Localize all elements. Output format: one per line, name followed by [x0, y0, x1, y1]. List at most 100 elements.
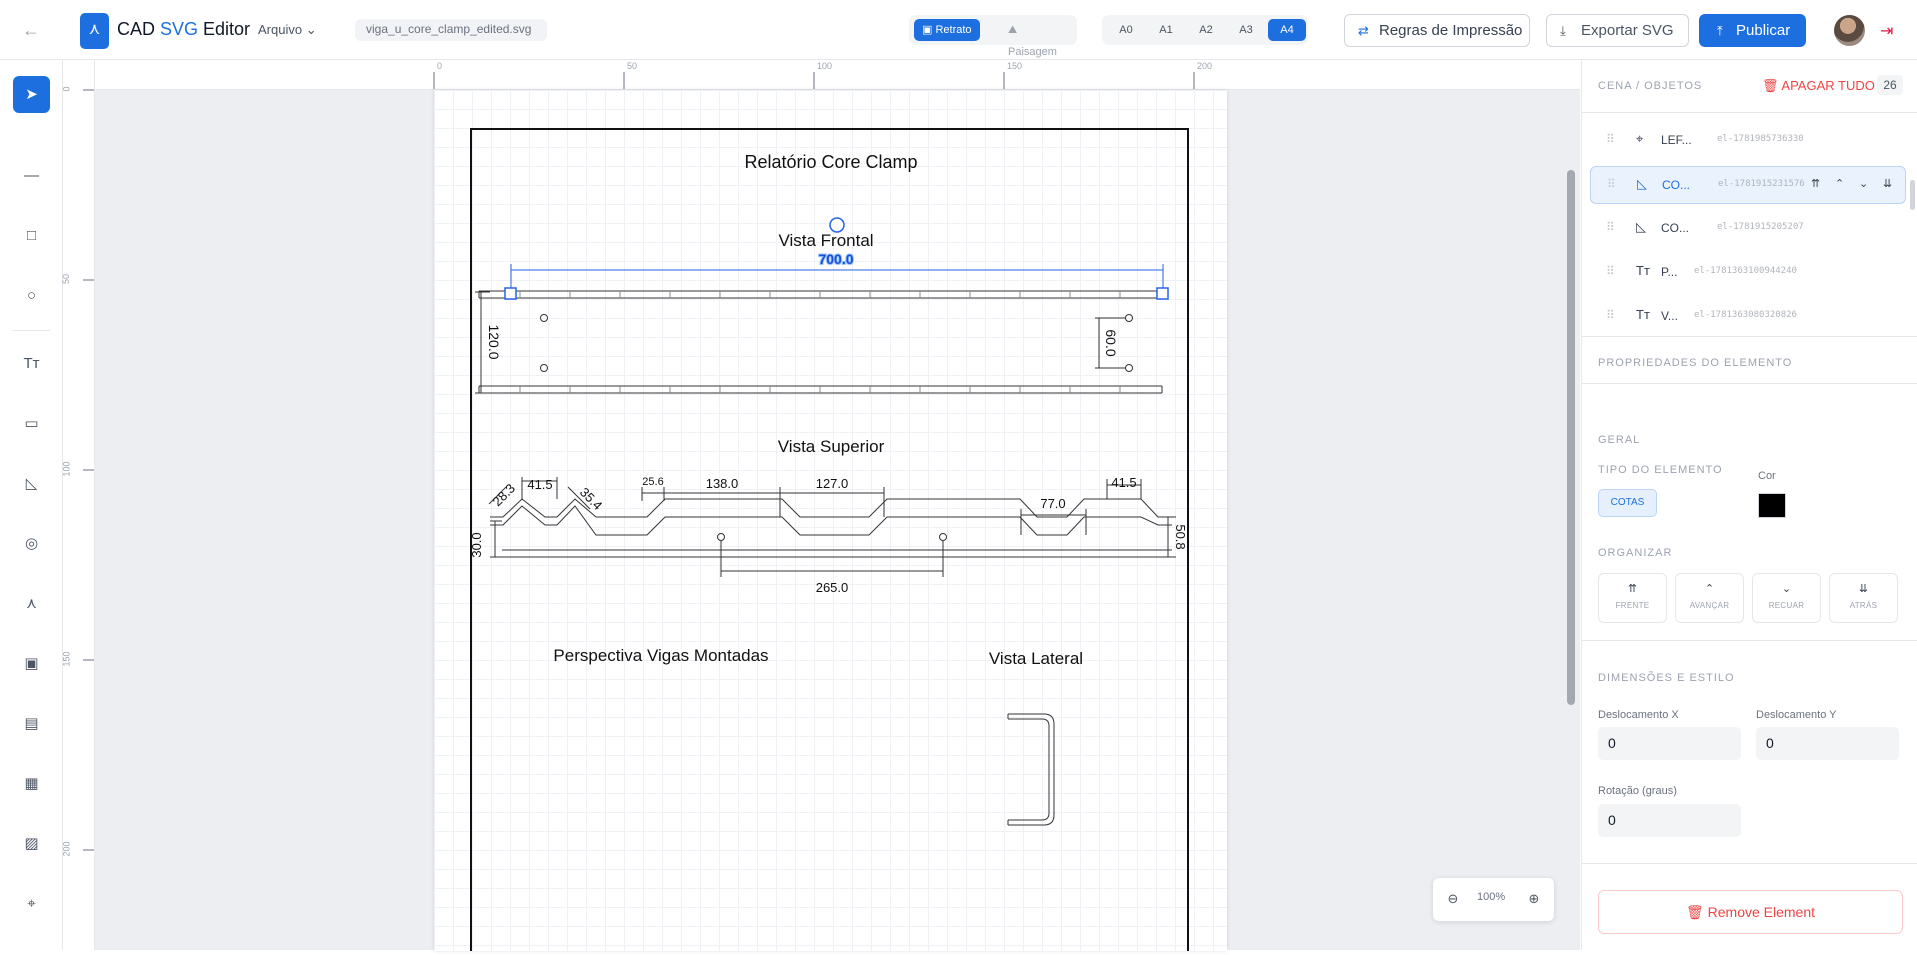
dim-top-a[interactable]: 41.5 [527, 477, 552, 492]
offset-x-input[interactable]: 0 [1598, 727, 1741, 760]
front-view-beam[interactable] [475, 290, 1163, 394]
rectangle-tool-icon[interactable]: □ [13, 217, 50, 254]
dim-top-i[interactable]: 30.0 [469, 532, 484, 557]
drag-handle-icon[interactable]: ⠿ [1606, 264, 1615, 278]
side-view-profile[interactable] [1007, 713, 1055, 826]
order-back-button[interactable]: ⇊ ATRÁS [1829, 573, 1898, 623]
tool-sidebar: ➤ — □ ○ Tт ▭ ◺ ◎ ⋏ ▣ ▤ ▦ ▨ ⌖ [0, 60, 63, 950]
landscape-label: Paisagem [1008, 46, 1057, 58]
avatar[interactable] [1834, 15, 1865, 46]
size-a3[interactable]: A3 [1227, 19, 1265, 41]
rotate-handle[interactable] [829, 217, 845, 233]
logout-icon[interactable]: ⇥ [1880, 21, 1893, 41]
move-down-icon[interactable]: ⌄ [1859, 177, 1868, 190]
select-tool-icon[interactable]: ➤ [13, 76, 50, 113]
dim-top-d[interactable]: 25.6 [642, 476, 663, 488]
drawing-title[interactable]: Relatório Core Clamp [744, 152, 917, 172]
back-arrow-icon[interactable]: ← [22, 20, 42, 40]
object-item-selected[interactable]: ⠿ ◺ CO... el-1781915231576 ⇈ ⌃ ⌄ ⇊ [1590, 166, 1906, 204]
dim-top-g[interactable]: 77.0 [1040, 496, 1065, 511]
drag-handle-icon[interactable]: ⠿ [1606, 308, 1615, 322]
canvas-area[interactable]: Relatório Core Clamp Vista Frontal 120.0… [95, 90, 1580, 951]
label-vista-lateral[interactable]: Vista Lateral [989, 649, 1083, 668]
dim-top-h[interactable]: 41.5 [1111, 475, 1136, 490]
bring-front-icon[interactable]: ⇈ [1811, 177, 1820, 190]
circle-tool-icon[interactable]: ○ [13, 277, 50, 314]
size-a4[interactable]: A4 [1268, 19, 1306, 41]
object-item[interactable]: ⠿ Tт P... el-1781363100944240 [1590, 254, 1906, 292]
orientation-portrait-button[interactable]: ▣ Retrato [914, 19, 980, 41]
comment-tool-icon[interactable]: ▣ [13, 645, 50, 682]
grid-tool-icon[interactable]: ▦ [13, 765, 50, 802]
export-svg-button[interactable]: ⤓ Exportar SVG [1546, 14, 1689, 47]
app-logo: ⋏ [80, 13, 109, 49]
zoom-out-icon[interactable]: ⊖ [1443, 889, 1463, 909]
image-tool-icon[interactable]: ▨ [13, 825, 50, 862]
ruler-tool-icon[interactable]: ▭ [13, 405, 50, 442]
vertical-ruler: 0 50 100 150 200 [61, 60, 95, 950]
panel-scrollbar-thumb[interactable] [1910, 180, 1915, 210]
order-backward-button[interactable]: ⌄ RECUAR [1752, 573, 1821, 623]
rotation-input[interactable]: 0 [1598, 804, 1741, 837]
dim-top-k[interactable]: 265.0 [816, 580, 849, 595]
print-rules-icon: ⇄ [1358, 23, 1369, 38]
clear-all-button[interactable]: 🗑 APAGAR TUDO [1762, 78, 1875, 94]
dim-front-height[interactable]: 120.0 [486, 324, 502, 359]
ruler-label: 150 [1007, 61, 1023, 71]
send-back-icon[interactable]: ⇊ [1883, 177, 1892, 190]
layout-tool-icon[interactable]: ▤ [13, 705, 50, 742]
compass-tool-icon[interactable]: ⋏ [13, 585, 50, 622]
canvas-scrollbar[interactable] [1567, 170, 1575, 705]
orientation-landscape-button[interactable]: ⛰ Paisagem [1000, 19, 1077, 58]
brand-accent: SVG [160, 19, 199, 39]
remove-element-button[interactable]: 🗑 Remove Element [1598, 890, 1903, 934]
dim-top-j[interactable]: 50.8 [1173, 524, 1188, 549]
text-icon: Tт [1636, 307, 1650, 322]
props-header: PROPRIEDADES DO ELEMENTO [1598, 357, 1793, 369]
filename-field[interactable]: viga_u_core_clamp_edited.svg [355, 19, 547, 41]
size-a2[interactable]: A2 [1187, 19, 1225, 41]
dim-selected-value[interactable]: 700.0 [817, 250, 854, 268]
target-tool-icon[interactable]: ◎ [13, 525, 50, 562]
color-swatch[interactable] [1758, 493, 1786, 518]
object-item[interactable]: ⠿ ⌖ LEF... el-1781985736330 [1590, 122, 1906, 160]
drag-handle-icon[interactable]: ⠿ [1606, 220, 1615, 234]
size-a1[interactable]: A1 [1147, 19, 1185, 41]
zoom-in-icon[interactable]: ⊕ [1524, 889, 1544, 909]
scan-tool-icon[interactable]: ⌖ [13, 885, 50, 922]
label-vista-superior[interactable]: Vista Superior [778, 437, 885, 456]
drag-handle-icon[interactable]: ⠿ [1607, 177, 1616, 191]
offset-y-label: Deslocamento Y [1756, 709, 1837, 721]
vertical-ruler-ticks [83, 89, 94, 851]
label-perspectiva[interactable]: Perspectiva Vigas Montadas [553, 646, 768, 665]
dim-top-f[interactable]: 127.0 [816, 476, 849, 491]
dim-front-holes[interactable]: 60.0 [1103, 329, 1119, 356]
cor-label: Cor [1758, 470, 1776, 482]
drag-handle-icon[interactable]: ⠿ [1606, 132, 1615, 146]
order-front-button[interactable]: ⇈ FRENTE [1598, 573, 1667, 623]
publish-button[interactable]: ⤒ Publicar [1699, 14, 1806, 47]
resize-handle-left[interactable] [504, 287, 517, 300]
text-tool-icon[interactable]: Tт [13, 345, 50, 382]
zoom-controls: ⊖ 100% ⊕ [1433, 878, 1554, 921]
panel-scrollbar[interactable] [1909, 100, 1916, 940]
zoom-value: 100% [1477, 891, 1506, 903]
line-tool-icon[interactable]: — [13, 157, 50, 194]
angle-tool-icon[interactable]: ◺ [13, 465, 50, 502]
move-up-icon[interactable]: ⌃ [1835, 177, 1844, 190]
object-item[interactable]: ⠿ Tт V... el-1781363080320826 [1590, 298, 1906, 336]
dim-top-b[interactable]: 28.3 [490, 481, 519, 510]
label-vista-frontal[interactable]: Vista Frontal [778, 231, 873, 250]
send-back-icon: ⇊ [1858, 583, 1869, 595]
resize-handle-right[interactable] [1156, 287, 1169, 300]
dim-top-c[interactable]: 35.4 [577, 485, 606, 514]
menu-arquivo[interactable]: Arquivo ⌄ [258, 22, 317, 38]
offset-y-input[interactable]: 0 [1756, 727, 1899, 760]
order-forward-button[interactable]: ⌃ AVANÇAR [1675, 573, 1744, 623]
print-rules-button[interactable]: ⇄ Regras de Impressão [1344, 14, 1530, 47]
tipo-chip: COTAS [1598, 489, 1657, 517]
paper-sheet[interactable]: Relatório Core Clamp Vista Frontal 120.0… [434, 90, 1227, 951]
object-item[interactable]: ⠿ ◺ CO... el-1781915205207 [1590, 210, 1906, 248]
size-a0[interactable]: A0 [1107, 19, 1145, 41]
dim-top-e[interactable]: 138.0 [706, 476, 739, 491]
